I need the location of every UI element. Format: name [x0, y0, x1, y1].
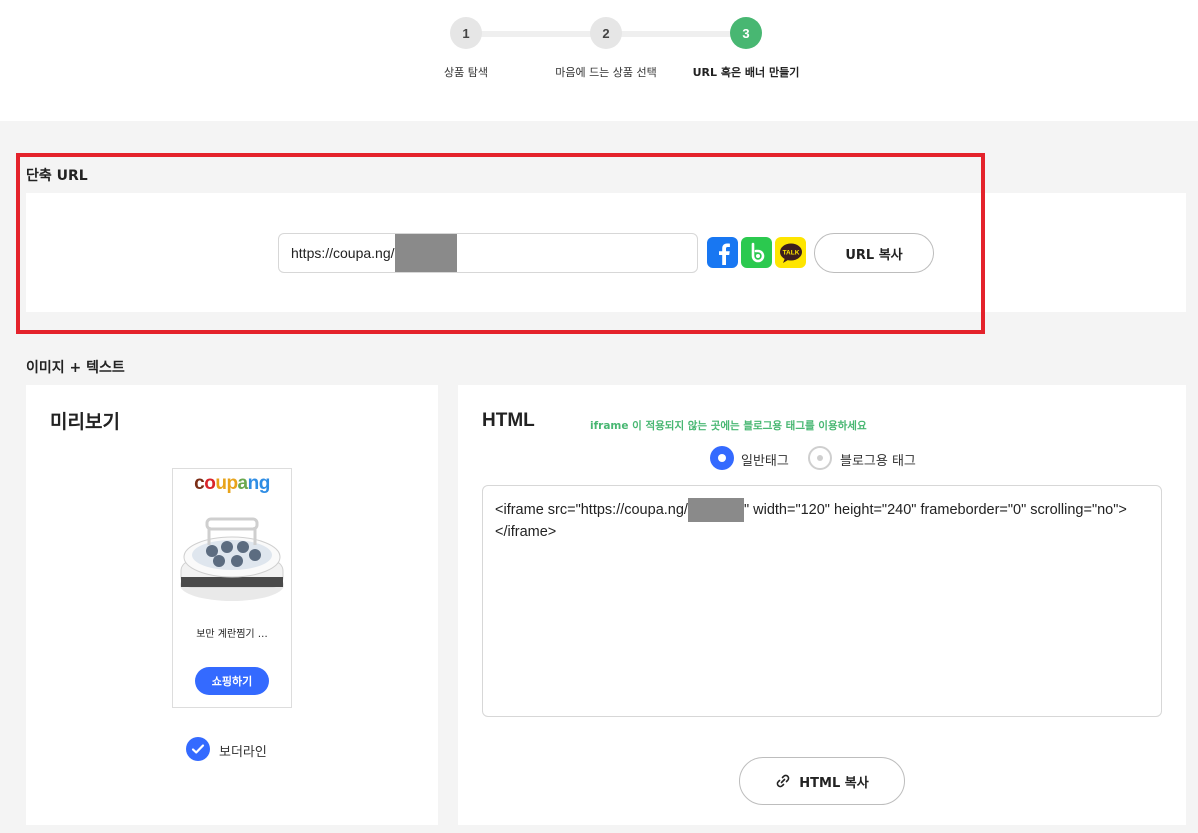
egg-steamer-image	[180, 517, 284, 601]
facebook-icon[interactable]	[707, 237, 738, 268]
html-heading: HTML	[482, 410, 535, 431]
step-2-label: 마음에 드는 상품 선택	[555, 66, 657, 79]
borderline-label: 보더라인	[219, 745, 267, 760]
shop-button[interactable]: 쇼핑하기	[195, 667, 269, 695]
check-icon	[191, 744, 205, 754]
preview-heading: 미리보기	[50, 411, 120, 433]
step-3-label: URL 혹은 배너 만들기	[692, 66, 800, 79]
image-text-title: 이미지 + 텍스트	[26, 360, 125, 376]
redacted-block	[394, 234, 457, 272]
short-url-field[interactable]: https://coupa.ng/	[278, 233, 698, 273]
progress-stepper: 1 2 3 상품 탐색 마음에 드는 상품 선택 URL 혹은 배너 만들기	[0, 0, 1198, 121]
step-connector	[466, 31, 606, 37]
product-name: 보만 계란찜기 …	[196, 629, 268, 640]
banner-preview[interactable]: coupang 보만 계란찜기 … 쇼핑하기	[172, 468, 292, 708]
short-url-title: 단축 URL	[26, 168, 88, 184]
band-icon[interactable]	[741, 237, 772, 268]
blog-tag-radio[interactable]	[808, 446, 832, 470]
borderline-checkbox[interactable]	[186, 737, 210, 761]
step-2-circle: 2	[590, 17, 622, 49]
short-url-text: https://coupa.ng/	[291, 245, 395, 261]
link-icon	[776, 774, 790, 788]
html-copy-button[interactable]: HTML 복사	[739, 757, 905, 805]
html-copy-label: HTML 복사	[799, 775, 869, 791]
step-connector	[606, 31, 746, 37]
kakaotalk-icon[interactable]: TALK	[775, 237, 806, 268]
svg-text:TALK: TALK	[782, 249, 799, 256]
step-1-label: 상품 탐색	[444, 66, 488, 79]
step-1-circle: 1	[450, 17, 482, 49]
code-prefix: <iframe src="https://coupa.ng/	[495, 501, 688, 518]
coupang-logo: coupang	[194, 473, 270, 494]
general-tag-radio[interactable]	[710, 446, 734, 470]
html-code-textarea[interactable]: <iframe src="https://coupa.ng/" width="1…	[482, 485, 1162, 717]
html-note: iframe 이 적용되지 않는 곳에는 블로그용 태그를 이용하세요	[590, 420, 867, 432]
blog-tag-label[interactable]: 블로그용 태그	[840, 450, 916, 469]
redacted-block	[687, 498, 744, 522]
url-copy-button[interactable]: URL 복사	[814, 233, 934, 273]
step-3-circle: 3	[730, 17, 762, 49]
general-tag-label[interactable]: 일반태그	[741, 450, 789, 469]
